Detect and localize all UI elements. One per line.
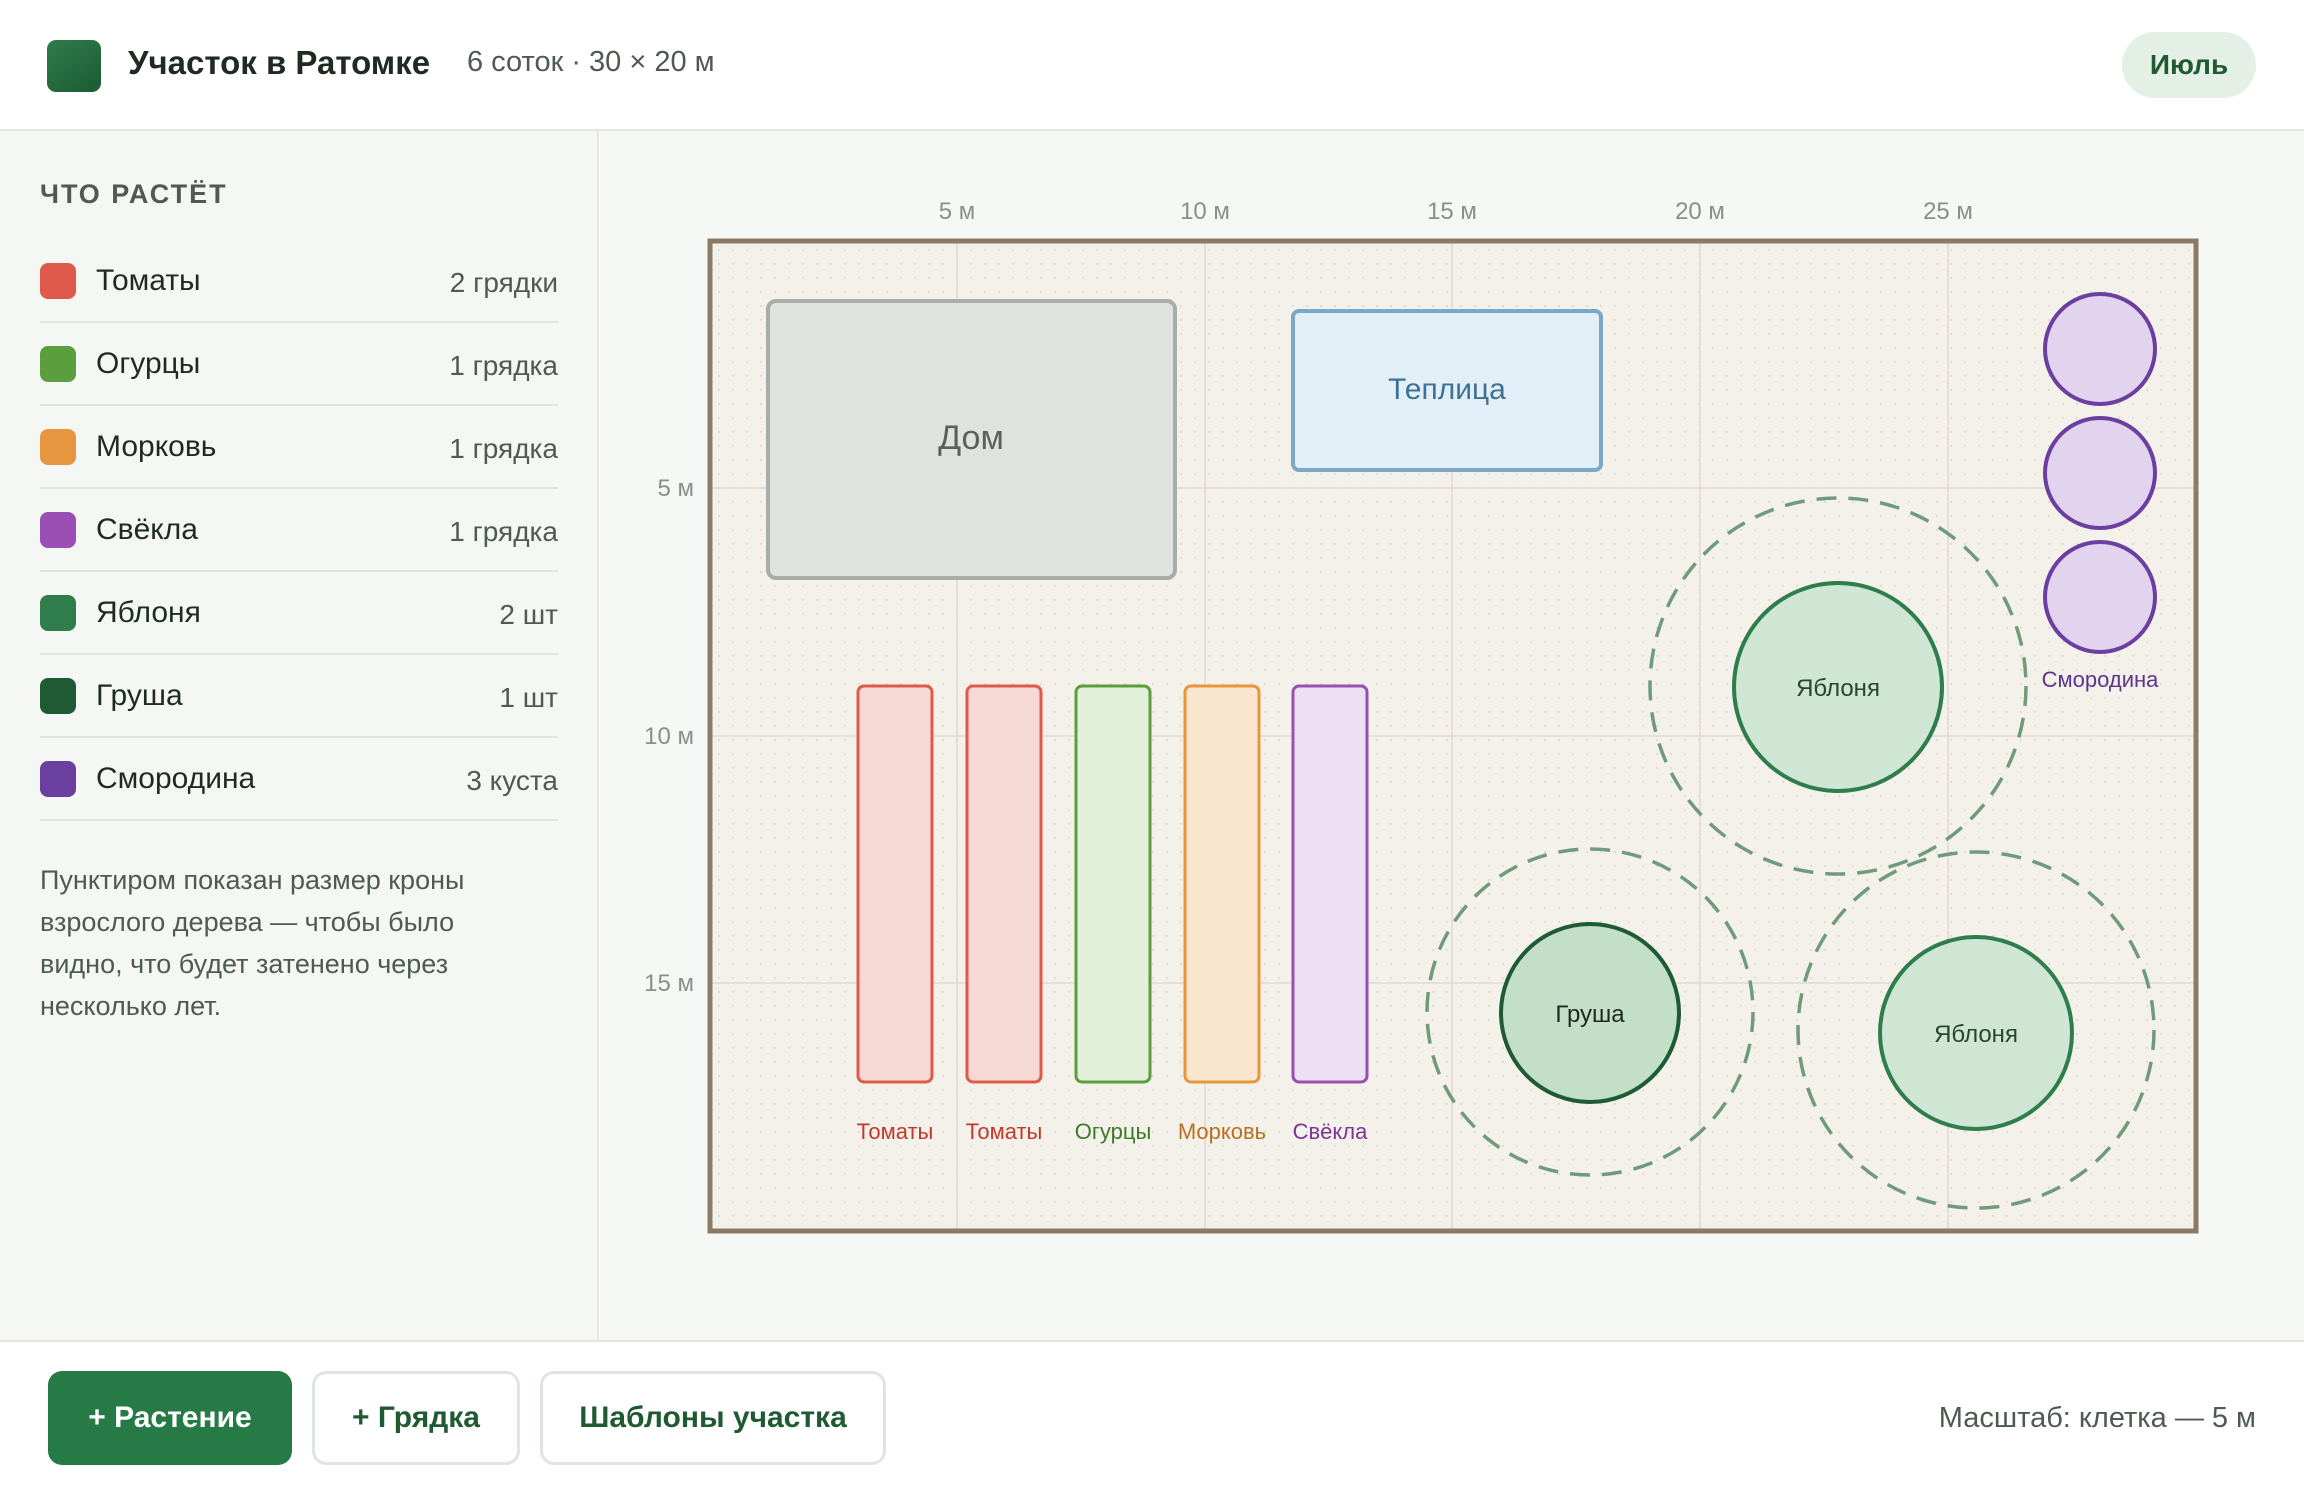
x-tick-label: 25 м xyxy=(1923,198,1973,225)
legend-name: Смородина xyxy=(96,762,256,795)
bed-label: Морковь xyxy=(1178,1119,1266,1144)
month-selector[interactable]: Июль xyxy=(2122,32,2256,98)
sidebar: ЧТО РАСТЁТ Томаты 2 грядки Огурцы 1 гряд… xyxy=(0,131,599,1340)
greenhouse-label: Теплица xyxy=(1388,373,1506,406)
legend-item-pear[interactable]: Груша 1 шт xyxy=(40,655,558,738)
plot-size: 6 соток · 30 × 20 м xyxy=(467,46,715,78)
bottom-toolbar: + Растение + Грядка Шаблоны участка Масш… xyxy=(0,1340,2304,1492)
tomato-swatch xyxy=(40,263,76,299)
pear-swatch xyxy=(40,678,76,714)
legend-item-cucumber[interactable]: Огурцы 1 грядка xyxy=(40,323,558,406)
bed-tomato[interactable] xyxy=(965,684,1043,1084)
bed-beet[interactable] xyxy=(1291,684,1369,1084)
tree-label: Яблоня xyxy=(1796,675,1880,702)
legend-count: 1 грядка xyxy=(449,433,558,464)
plot-canvas[interactable]: 5 м 10 м 15 м 20 м 25 м 5 м 10 м 15 м До… xyxy=(600,131,2304,1340)
currant-label: Смородина xyxy=(2042,667,2160,692)
y-tick-label: 15 м xyxy=(644,970,694,997)
bed-label: Огурцы xyxy=(1075,1119,1152,1144)
house-label: Дом xyxy=(938,419,1004,457)
currant-bush[interactable] xyxy=(2043,540,2157,654)
legend-name: Груша xyxy=(96,679,183,712)
bed-label: Томаты xyxy=(857,1119,934,1144)
bed-label: Свёкла xyxy=(1293,1119,1369,1144)
app-logo xyxy=(47,40,101,92)
x-tick-label: 20 м xyxy=(1675,198,1725,225)
legend-count: 1 шт xyxy=(499,682,558,713)
legend-count: 2 грядки xyxy=(449,267,558,298)
cucumber-swatch xyxy=(40,346,76,382)
legend-name: Огурцы xyxy=(96,347,201,380)
y-tick-label: 5 м xyxy=(657,475,694,502)
x-tick-label: 5 м xyxy=(939,198,976,225)
legend-count: 2 шт xyxy=(499,599,558,630)
legend-count: 1 грядка xyxy=(449,516,558,547)
scale-indicator: Масштаб: клетка — 5 м xyxy=(1938,1402,2256,1434)
currant-bush[interactable] xyxy=(2043,416,2157,530)
sidebar-title: ЧТО РАСТЁТ xyxy=(40,179,228,209)
bed-cucumber[interactable] xyxy=(1074,684,1152,1084)
crown-size-note: Пунктиром показан размер кроны взрослого… xyxy=(40,865,465,1021)
plant-legend: Томаты 2 грядки Огурцы 1 грядка Морковь … xyxy=(40,240,558,821)
add-plant-button[interactable]: + Растение xyxy=(48,1371,292,1465)
currant-swatch xyxy=(40,761,76,797)
plot-title: Участок в Ратомке xyxy=(128,44,431,81)
legend-count: 1 грядка xyxy=(449,350,558,381)
add-bed-button[interactable]: + Грядка xyxy=(312,1371,520,1465)
legend-count: 3 куста xyxy=(466,765,558,796)
legend-name: Морковь xyxy=(96,430,217,463)
legend-item-beet[interactable]: Свёкла 1 грядка xyxy=(40,489,558,572)
legend-name: Яблоня xyxy=(96,596,201,629)
legend-item-carrot[interactable]: Морковь 1 грядка xyxy=(40,406,558,489)
x-tick-label: 10 м xyxy=(1180,198,1230,225)
tree-label: Яблоня xyxy=(1934,1021,2018,1048)
y-tick-label: 10 м xyxy=(644,723,694,750)
carrot-swatch xyxy=(40,429,76,465)
currant-bush[interactable] xyxy=(2043,292,2157,406)
bed-carrot[interactable] xyxy=(1183,684,1261,1084)
bed-label: Томаты xyxy=(966,1119,1043,1144)
legend-item-tomato[interactable]: Томаты 2 грядки xyxy=(40,240,558,323)
beet-swatch xyxy=(40,512,76,548)
legend-item-currant[interactable]: Смородина 3 куста xyxy=(40,738,558,821)
plot-templates-button[interactable]: Шаблоны участка xyxy=(540,1371,886,1465)
x-tick-label: 15 м xyxy=(1427,198,1477,225)
bed-tomato[interactable] xyxy=(856,684,934,1084)
legend-name: Томаты xyxy=(96,264,201,297)
tree-label: Груша xyxy=(1555,1001,1625,1028)
legend-item-apple[interactable]: Яблоня 2 шт xyxy=(40,572,558,655)
apple-swatch xyxy=(40,595,76,631)
plot-plan[interactable]: 5 м 10 м 15 м 20 м 25 м 5 м 10 м 15 м До… xyxy=(600,131,2304,1340)
legend-name: Свёкла xyxy=(96,513,198,546)
top-bar: Участок в Ратомке 6 соток · 30 × 20 м Ию… xyxy=(0,0,2304,131)
